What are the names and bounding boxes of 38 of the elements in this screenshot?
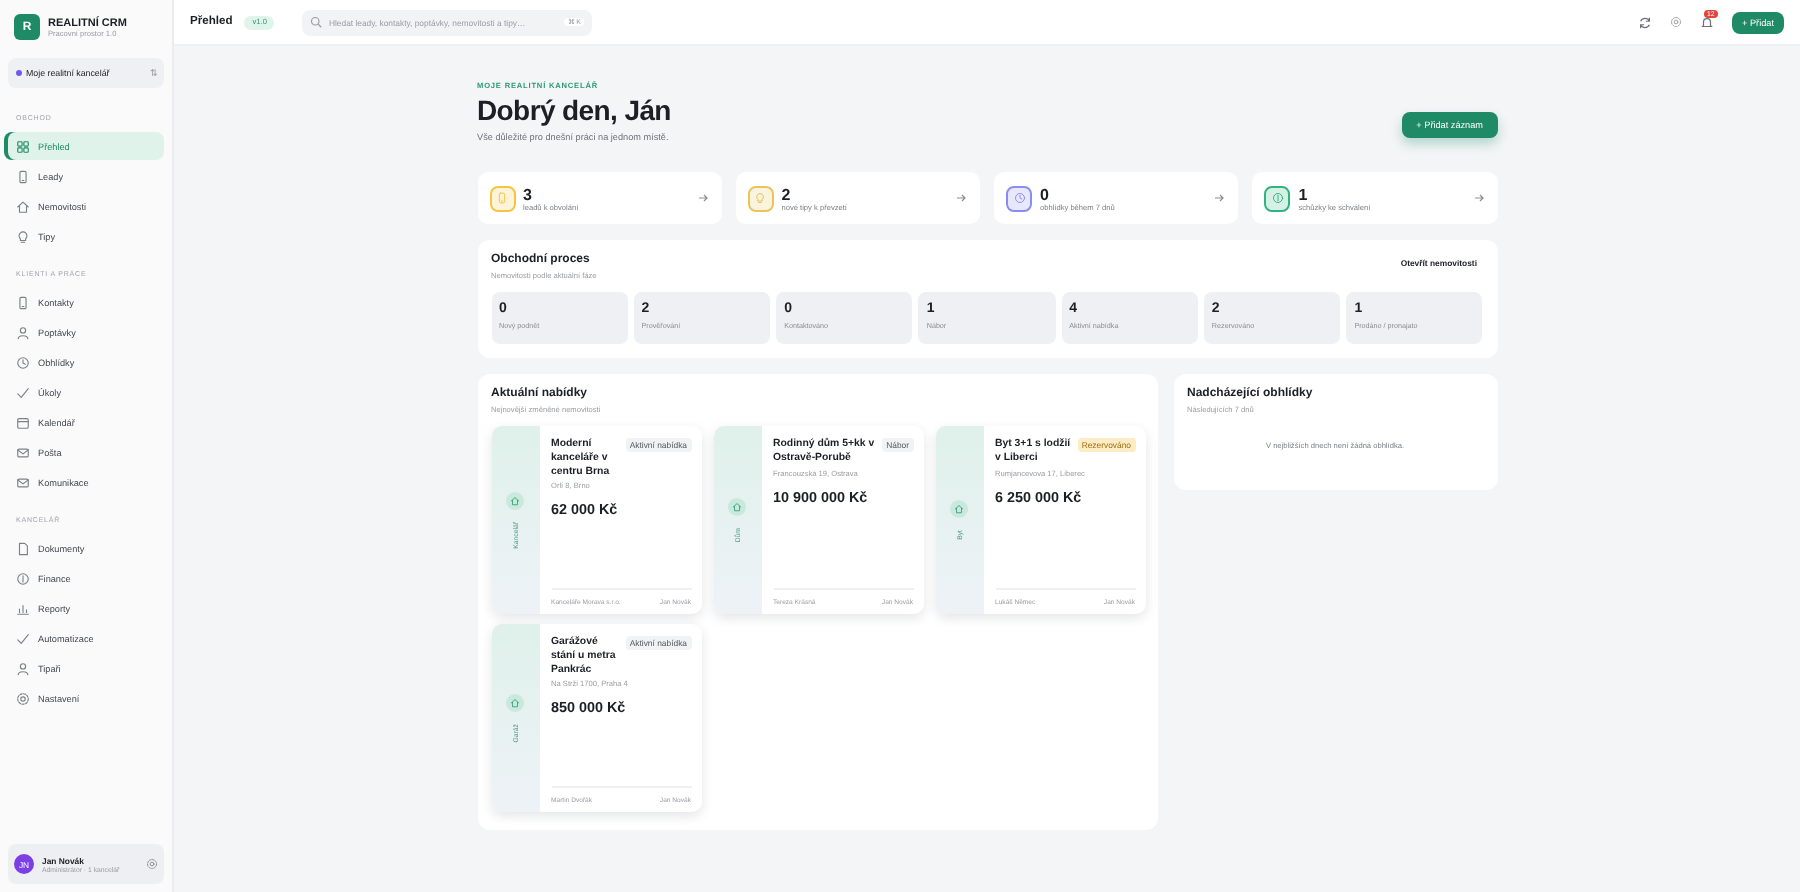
clock-icon — [1013, 192, 1025, 204]
calendar-icon — [16, 415, 30, 429]
stat-value: 1 — [1298, 185, 1310, 203]
envelope-icon — [16, 445, 30, 459]
document-icon — [16, 541, 30, 555]
arrow-right-icon — [956, 194, 966, 202]
coin-icon — [16, 571, 30, 585]
lightbulb-icon — [754, 192, 767, 204]
grid-icon — [16, 139, 30, 153]
bar-chart-icon — [16, 601, 30, 615]
coin-icon — [1271, 192, 1284, 204]
settings-icon — [146, 858, 158, 870]
arrow-right-icon — [1214, 194, 1225, 202]
lightbulb-icon — [16, 229, 30, 243]
phone-icon — [16, 295, 30, 309]
search-icon — [310, 16, 323, 28]
stat-value: 2 — [781, 185, 793, 203]
arrow-right-icon — [697, 194, 708, 202]
house-icon — [510, 697, 520, 708]
stat-value: 0 — [1040, 185, 1051, 203]
stat-value: 3 — [523, 185, 532, 203]
person-icon — [16, 325, 30, 339]
clock-icon — [16, 355, 30, 369]
arrow-right-icon — [1473, 194, 1483, 202]
refresh-icon[interactable] — [1638, 15, 1653, 29]
checkmark-icon — [16, 385, 30, 399]
greeting-heading: Dobrý den, Ján — [477, 94, 671, 126]
person-icon — [16, 661, 30, 675]
settings-icon — [1670, 16, 1683, 28]
house-icon — [510, 495, 520, 506]
phone-icon — [16, 169, 30, 183]
settings-icon — [16, 691, 30, 705]
house-icon — [16, 199, 30, 213]
house-icon — [732, 501, 742, 512]
envelope-icon — [16, 475, 30, 489]
house-icon — [954, 504, 964, 515]
checkmark-icon — [16, 631, 30, 645]
phone-icon — [496, 192, 508, 204]
